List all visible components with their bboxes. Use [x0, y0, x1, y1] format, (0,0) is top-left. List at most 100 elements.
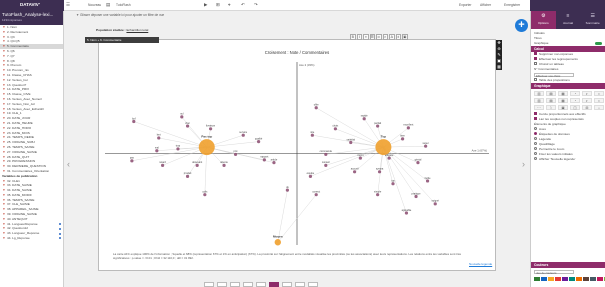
- color-set-select[interactable]: Jeu de couleurs: [534, 270, 574, 275]
- radio-button[interactable]: [534, 132, 537, 136]
- previous-arrow-icon[interactable]: ‹: [67, 159, 70, 169]
- panel-tab[interactable]: ⚙ Options: [531, 11, 556, 29]
- page-thumb[interactable]: [282, 282, 292, 287]
- new-button[interactable]: Nouveau: [88, 3, 101, 7]
- checkbox[interactable]: [534, 117, 537, 121]
- chart-type-icon[interactable]: ▤: [546, 91, 556, 96]
- chart-type-icon[interactable]: ▥: [534, 91, 544, 96]
- page-thumb[interactable]: [256, 282, 266, 287]
- pin-icon[interactable]: ⌖: [228, 2, 231, 8]
- color-swatch[interactable]: [534, 277, 540, 281]
- project-title[interactable]: TutoFlash_Analyse-lexi...: [2, 12, 61, 18]
- color-swatch[interactable]: [569, 277, 575, 281]
- radio-button[interactable]: [534, 137, 537, 141]
- radio-button[interactable]: [534, 147, 537, 151]
- play-icon[interactable]: ▶: [204, 2, 207, 8]
- color-swatch[interactable]: [576, 277, 582, 281]
- chart-type-icon[interactable]: ⋯: [534, 105, 544, 110]
- color-swatch[interactable]: [541, 277, 547, 281]
- grid-icon[interactable]: ⊞: [216, 2, 220, 8]
- legend-link[interactable]: Nouvelle légende: [469, 262, 492, 266]
- chart-type-icon[interactable]: ▥: [534, 98, 544, 103]
- align-icon[interactable]: ≡: [363, 34, 369, 40]
- chart-type-icon[interactable]: ⌇: [546, 105, 556, 110]
- page-thumb-active[interactable]: [269, 282, 279, 287]
- panel-tab[interactable]: ☰ Sommaire: [580, 11, 605, 29]
- chart-tag[interactable]: 5. Nom + 6. Commentaire: [85, 37, 159, 43]
- link-icon[interactable]: ∞: [376, 34, 382, 40]
- table-icon[interactable]: ▦: [496, 64, 502, 70]
- option-graphique[interactable]: Graphique: [531, 41, 605, 46]
- color-swatch[interactable]: [555, 277, 561, 281]
- display-button[interactable]: Afficher: [480, 3, 491, 7]
- undo-icon[interactable]: ↶: [241, 2, 245, 8]
- color-icon[interactable]: ◐: [382, 34, 388, 40]
- bold-icon[interactable]: B: [350, 34, 356, 40]
- graph-toggle[interactable]: [595, 42, 602, 45]
- font-icon[interactable]: A: [389, 34, 395, 40]
- file-icon[interactable]: ▤: [106, 2, 110, 8]
- data-point: [222, 163, 226, 167]
- section-couleurs[interactable]: Couleurs: [531, 262, 605, 268]
- chart-type-icon[interactable]: ≈: [594, 98, 604, 103]
- point-label: article: [271, 158, 278, 161]
- chart-type-icon[interactable]: ◔: [570, 98, 580, 103]
- image-insert-icon[interactable]: ▣: [402, 34, 408, 40]
- option-label: Choisir un tableau: [539, 62, 564, 66]
- chart-type-icon[interactable]: ≈: [594, 91, 604, 96]
- chart-type-icon[interactable]: ▤: [546, 98, 556, 103]
- point-label: choix: [332, 125, 339, 128]
- checkbox[interactable]: [534, 62, 537, 66]
- radio-button[interactable]: [534, 142, 537, 146]
- checkbox[interactable]: [534, 112, 537, 116]
- italic-icon[interactable]: I: [356, 34, 362, 40]
- point-label: nul: [180, 113, 184, 116]
- chart-type-icon[interactable]: ⊞: [582, 105, 592, 110]
- panel-tab[interactable]: ≡ Journal: [556, 11, 581, 29]
- list-icon[interactable]: ☰: [369, 34, 375, 40]
- checkbox[interactable]: [534, 52, 537, 56]
- color-swatch[interactable]: [590, 277, 596, 281]
- radio-button[interactable]: [534, 157, 537, 161]
- color-swatch[interactable]: [548, 277, 554, 281]
- data-point: [308, 174, 313, 178]
- chart-type-icon[interactable]: ◐: [582, 98, 592, 103]
- checkbox[interactable]: [534, 57, 537, 61]
- chart-type-icon[interactable]: ∴: [594, 105, 604, 110]
- variable-item[interactable]: T 44. Lg_Reponse: [0, 236, 63, 241]
- color-swatch[interactable]: [583, 277, 589, 281]
- calc-extra[interactable]: Table des propositions: [531, 78, 605, 83]
- variable-item[interactable]: T 31. Commentaires_Orientation: [0, 169, 63, 174]
- page-thumb[interactable]: [308, 282, 318, 287]
- project-menu[interactable]: TutoFlash: [116, 3, 131, 7]
- next-arrow-icon[interactable]: ›: [522, 159, 525, 169]
- chart-type-icon[interactable]: ▦: [558, 98, 568, 103]
- chart-type-icon[interactable]: ◫: [570, 105, 580, 110]
- chart-type-icon[interactable]: ▣: [558, 105, 568, 110]
- filter-drop-zone[interactable]: ▼ Glisser déposer une variable ici pour …: [76, 13, 164, 17]
- checkbox[interactable]: [534, 78, 537, 82]
- add-button[interactable]: +: [515, 19, 528, 32]
- chart-type-icon[interactable]: ▦: [558, 91, 568, 96]
- export-button[interactable]: Exporter: [459, 3, 471, 7]
- chart-type-icon[interactable]: ◐: [582, 91, 592, 96]
- color-swatch[interactable]: [597, 277, 603, 281]
- menu-icon[interactable]: ☰: [66, 2, 70, 8]
- population-value[interactable]: Echantillon total: [126, 28, 148, 32]
- redo-icon[interactable]: ↷: [254, 2, 258, 8]
- data-point: [272, 161, 276, 165]
- page-thumb[interactable]: [217, 282, 227, 287]
- size-icon[interactable]: ±: [395, 34, 401, 40]
- page-thumb[interactable]: [230, 282, 240, 287]
- page-thumb[interactable]: [243, 282, 253, 287]
- data-point: [203, 193, 207, 197]
- option-row[interactable]: Afficher 'Nouvelle légende': [531, 157, 605, 162]
- radio-button[interactable]: [534, 152, 537, 156]
- calc-select[interactable]: Effectuer vos choix: [534, 72, 574, 78]
- radio-button[interactable]: [534, 127, 537, 131]
- page-thumb[interactable]: [204, 282, 214, 287]
- chart-type-icon[interactable]: ◔: [570, 91, 580, 96]
- color-swatch[interactable]: [562, 277, 568, 281]
- page-thumb[interactable]: [295, 282, 305, 287]
- save-button[interactable]: Enregistrer: [504, 3, 520, 7]
